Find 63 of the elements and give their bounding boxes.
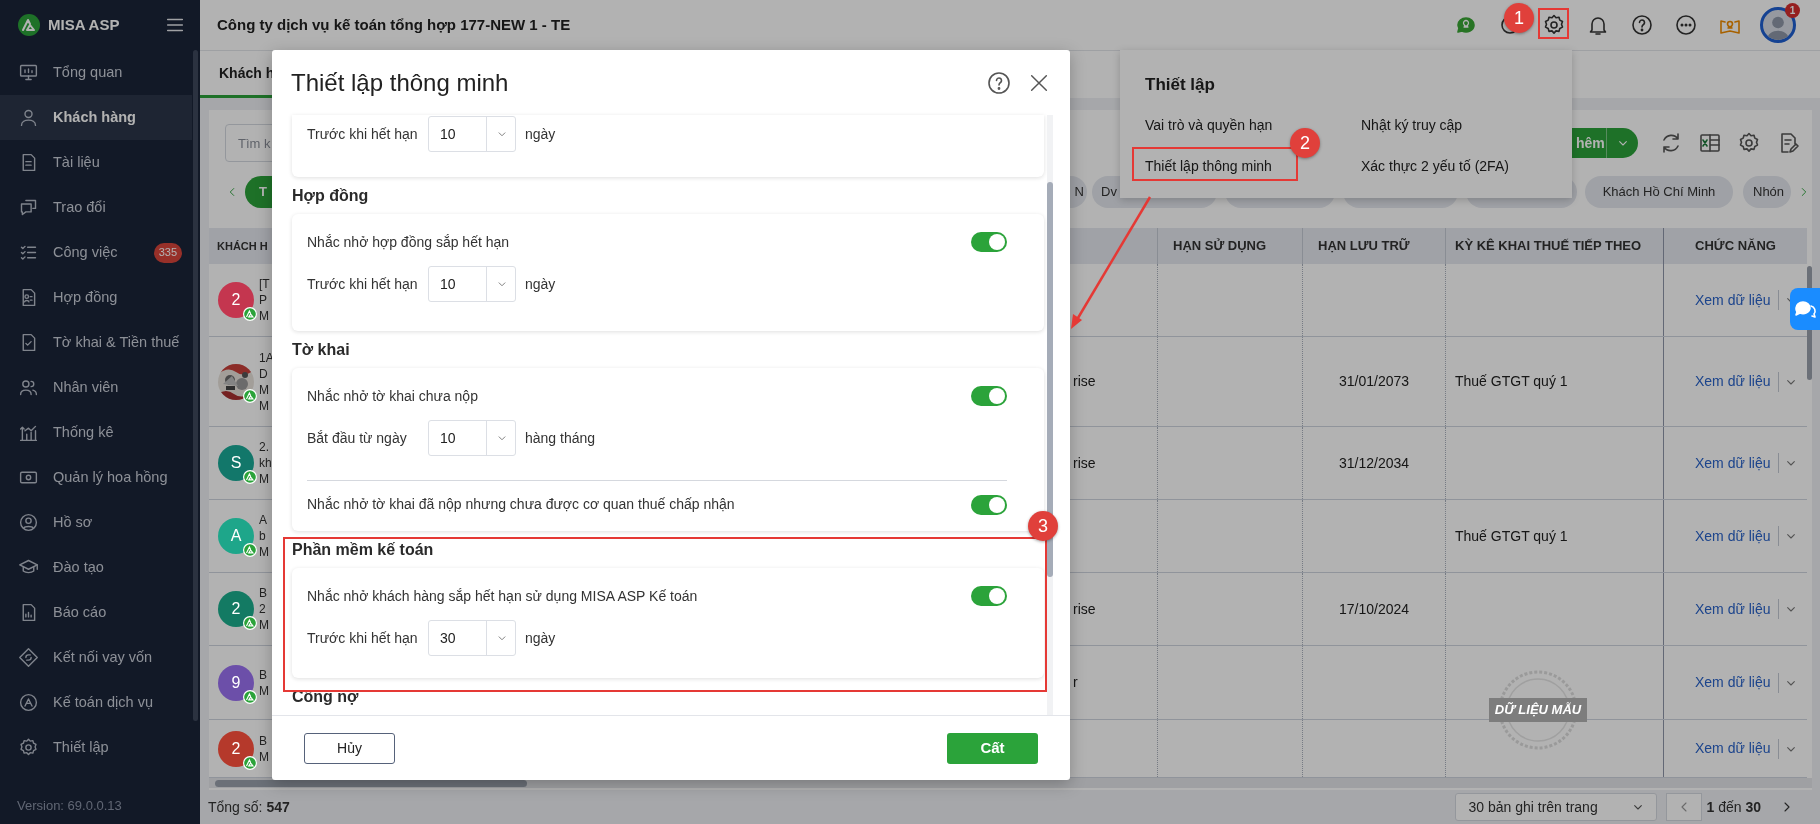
customer-avatar: 2: [218, 730, 254, 767]
setting-label: Bắt đầu từ ngày: [307, 428, 408, 448]
table-cell-text: Thuế GTGT quý 1: [1455, 372, 1568, 391]
total-count: Tổng số: 547: [208, 797, 290, 817]
column-header: CHỨC NĂNG: [1695, 237, 1776, 256]
company-name: Công ty dịch vụ kế toán tổng hợp 177-NEW 1 - TE: [217, 14, 571, 35]
table-cell-text: Thuế GTGT quý 1: [1455, 526, 1568, 546]
customer-avatar: A: [218, 518, 254, 554]
column-header: HẠN LƯU TRỮ: [1318, 237, 1410, 256]
notification-badge: 1: [1785, 3, 1800, 18]
sample-data-label: DỮ LIỆU MẪU: [1489, 698, 1587, 722]
customer-avatar: S: [218, 445, 254, 481]
setting-label: Nhắc nhở hợp đồng sắp hết hạn: [307, 232, 510, 252]
page-range: 1 đến 30: [1706, 797, 1761, 817]
customer-text: M: [259, 682, 269, 699]
customer-text: M: [259, 308, 270, 324]
unit-label: ngày: [525, 274, 556, 294]
table-cell-text: 31/01/2073: [1338, 372, 1410, 391]
customer-text: B: [259, 666, 268, 683]
customer-text: P: [259, 292, 268, 308]
count-badge: 335: [153, 242, 182, 263]
setting-label: Nhắc nhở tờ khai chưa nộp: [307, 386, 478, 406]
customer-text: 2: [259, 601, 267, 617]
section-title: Tờ khai: [292, 339, 351, 360]
table-cell-text: rise: [1073, 453, 1096, 473]
customer-avatar: 2: [218, 282, 254, 318]
customer-text: M: [259, 748, 269, 765]
customer-text: M: [259, 381, 270, 398]
setting-label: Trước khi hết hạn: [307, 124, 419, 144]
unit-label: ngày: [525, 628, 556, 648]
column-header: KHÁCH H: [217, 238, 268, 254]
customer-text: M: [259, 397, 270, 414]
version-text: Version: 69.0.0.13: [16, 797, 123, 816]
customer-text: B: [259, 585, 268, 601]
customer-text: D: [259, 365, 269, 382]
table-cell-text: rise: [1073, 599, 1096, 619]
table-cell-text: r: [1073, 673, 1078, 692]
customer-text: M: [259, 617, 269, 633]
customer-text: M: [259, 544, 269, 560]
customer-text: kh: [259, 455, 272, 471]
customer-text: 2.: [259, 439, 270, 455]
column-header: KỲ KÊ KHAI THUẾ TIẾP THEO: [1455, 237, 1642, 256]
section-title: Phần mềm kế toán: [292, 539, 435, 560]
customer-text: b: [259, 528, 267, 544]
customer-avatar: 9: [218, 664, 254, 701]
table-cell-text: rise: [1073, 372, 1096, 391]
customer-text: [T: [259, 276, 270, 292]
unit-label: ngày: [525, 124, 556, 144]
table-cell-text: 31/12/2034: [1338, 453, 1410, 473]
setting-label: Trước khi hết hạn: [307, 274, 419, 294]
customer-avatar: 2: [218, 591, 254, 627]
column-header: HẠN SỬ DỤNG: [1173, 237, 1267, 256]
unit-label: hàng tháng: [525, 428, 596, 448]
customer-text: M: [259, 471, 270, 487]
menu-title: Thiết lập: [1145, 74, 1216, 97]
table-cell-text: 17/10/2024: [1338, 599, 1410, 619]
section-title: Hợp đồng: [292, 185, 370, 206]
customer-text: A: [259, 512, 268, 528]
app-logo-text: MISA ASP: [48, 14, 120, 35]
setting-label: Nhắc nhở khách hàng sắp hết hạn sử dụng MISA ASP Kế toán: [307, 586, 698, 606]
setting-label: Trước khi hết hạn: [307, 628, 419, 648]
setting-label: Nhắc nhở tờ khai đã nộp nhưng chưa được cơ quan thuế chấp nhận: [307, 495, 735, 514]
customer-text: B: [259, 732, 268, 749]
